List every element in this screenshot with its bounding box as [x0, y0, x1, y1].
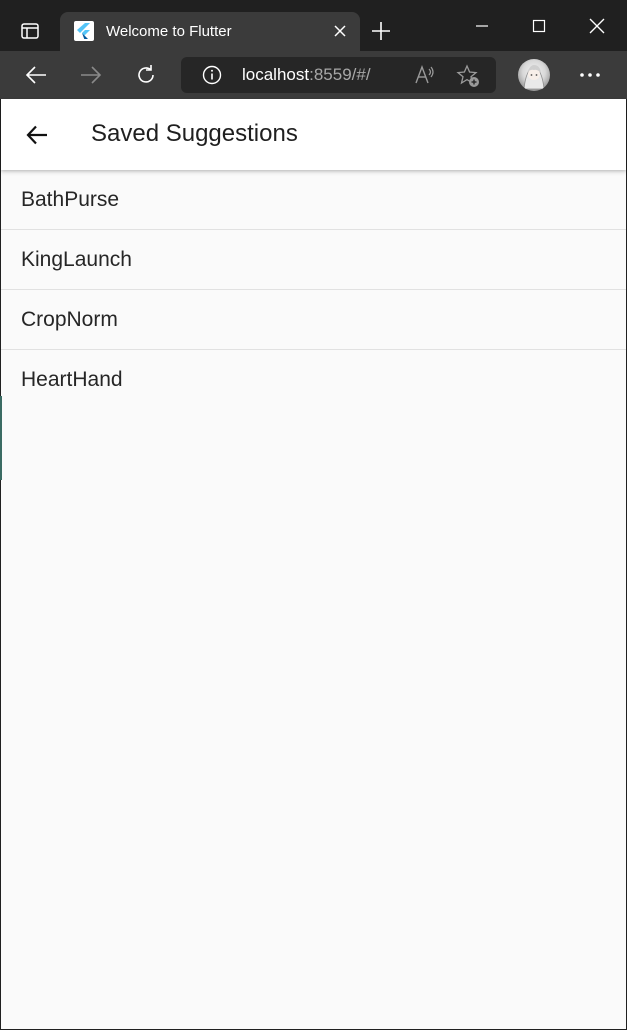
- minimize-icon: [476, 24, 488, 27]
- plus-icon[interactable]: [368, 18, 394, 44]
- address-bar[interactable]: localhost:8559/#/: [181, 57, 496, 93]
- list-item-label: HeartHand: [21, 368, 123, 391]
- close-icon[interactable]: [332, 23, 348, 39]
- url-host: localhost: [242, 65, 310, 84]
- list-item[interactable]: CropNorm: [1, 290, 626, 350]
- page-title: Saved Suggestions: [91, 120, 298, 147]
- list-item[interactable]: HeartHand: [1, 350, 626, 409]
- list-item[interactable]: KingLaunch: [1, 230, 626, 290]
- arrow-left-icon: [25, 66, 46, 84]
- ellipsis-icon: [580, 73, 600, 77]
- refresh-icon: [138, 65, 154, 83]
- url-path: :8559/#/: [309, 65, 371, 84]
- minimize-button[interactable]: [454, 0, 510, 51]
- url-text: localhost:8559/#/: [242, 65, 371, 85]
- read-aloud-icon[interactable]: [413, 64, 435, 86]
- maximize-button[interactable]: [511, 0, 567, 51]
- arrow-right-icon: [81, 66, 102, 84]
- close-icon: [589, 18, 605, 33]
- refresh-button[interactable]: [128, 59, 164, 91]
- maximize-icon: [532, 19, 546, 32]
- arrow-left-icon: [26, 125, 47, 145]
- star-add-icon[interactable]: [456, 64, 480, 88]
- browser-titlebar: Welcome to Flutter: [0, 0, 627, 51]
- forward-button[interactable]: [73, 59, 109, 91]
- tab-actions-icon: [21, 23, 39, 39]
- list-item-label: KingLaunch: [21, 248, 132, 271]
- tab-title: Welcome to Flutter: [106, 23, 232, 40]
- more-button[interactable]: [572, 59, 608, 91]
- browser-tab[interactable]: Welcome to Flutter: [60, 12, 360, 51]
- browser-toolbar: localhost:8559/#/: [0, 51, 627, 99]
- avatar[interactable]: [518, 59, 550, 91]
- back-nav-button[interactable]: [23, 121, 51, 149]
- tab-actions-button[interactable]: [10, 12, 50, 50]
- list-item[interactable]: BathPurse: [1, 170, 626, 230]
- flutter-logo-icon: [74, 21, 94, 41]
- list-item-label: CropNorm: [21, 308, 118, 331]
- saved-suggestions-list: BathPurse KingLaunch CropNorm HeartHand: [1, 170, 626, 409]
- info-icon[interactable]: [202, 65, 222, 85]
- app-bar: Saved Suggestions: [1, 99, 626, 170]
- list-item-label: BathPurse: [21, 188, 120, 211]
- close-window-button[interactable]: [569, 0, 625, 51]
- back-button[interactable]: [18, 59, 54, 91]
